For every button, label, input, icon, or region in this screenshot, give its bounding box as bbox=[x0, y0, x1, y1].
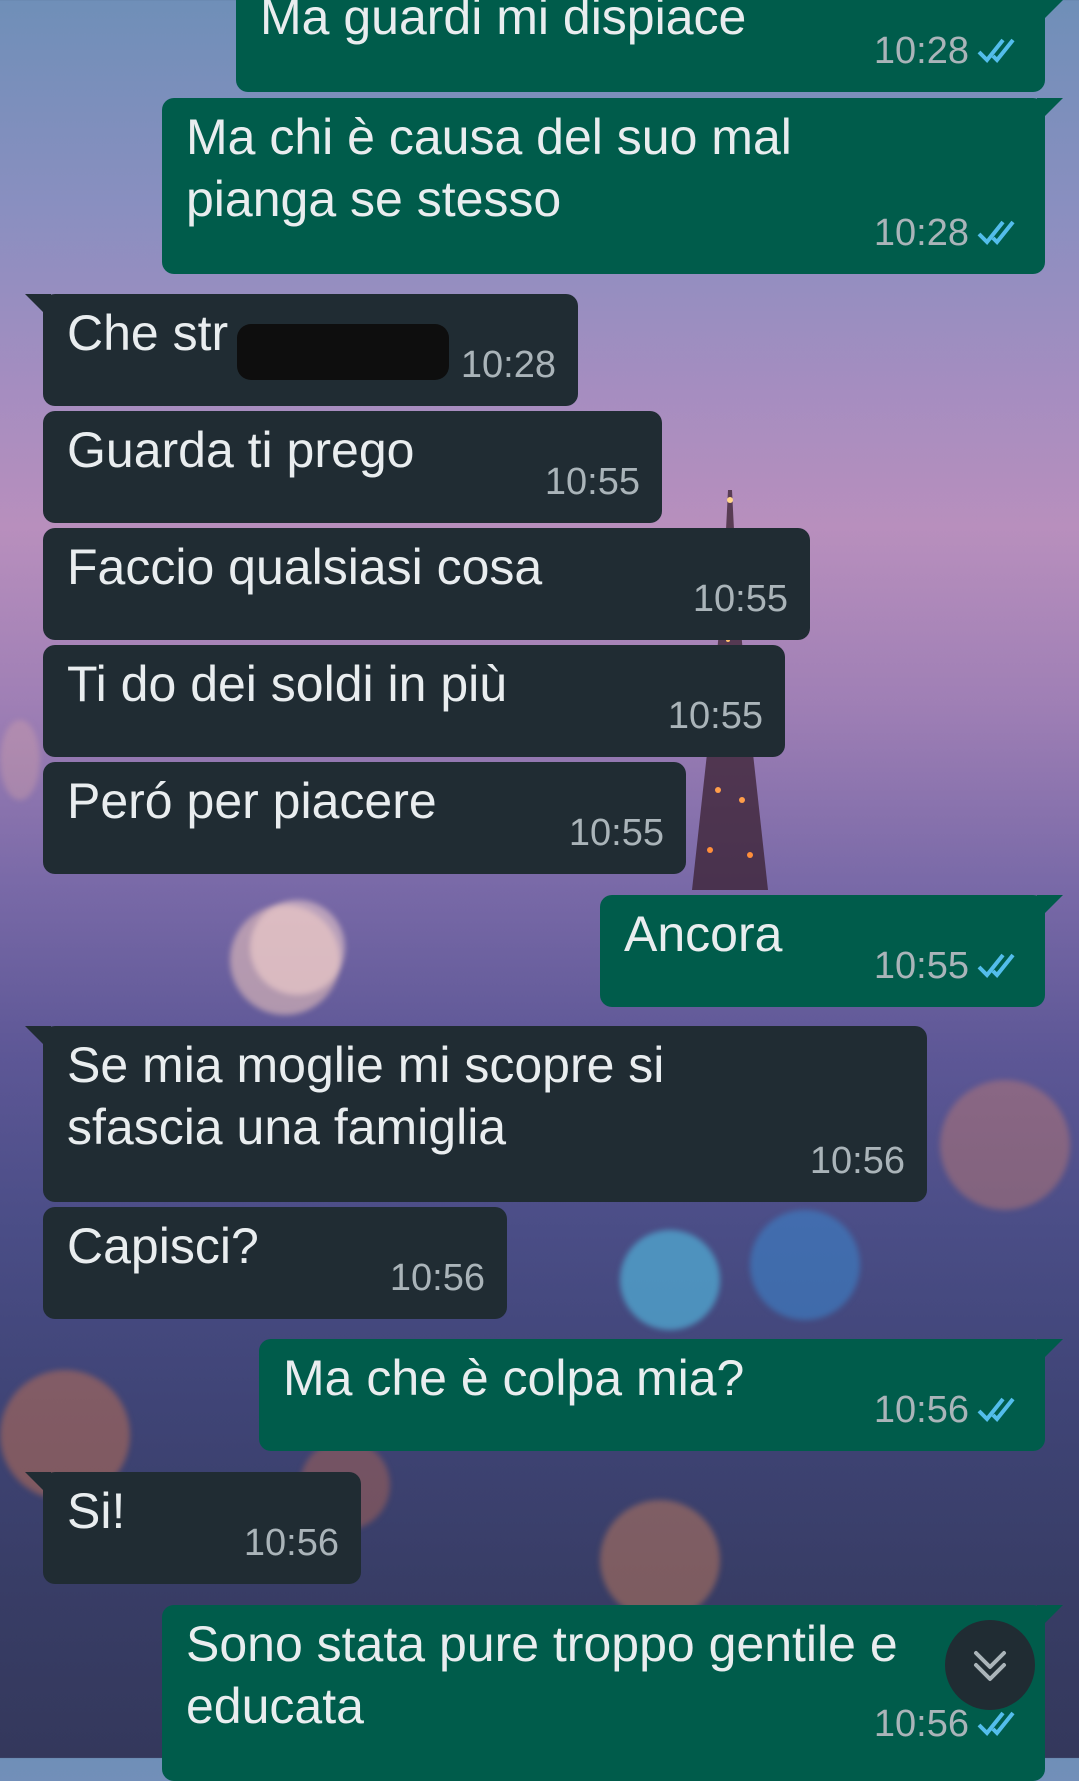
message-bubble-outgoing[interactable]: Sono stata pure troppo gentile e educata… bbox=[162, 1605, 1063, 1781]
double-check-blue-icon bbox=[977, 220, 1015, 245]
message-meta: 10:28 bbox=[874, 20, 1023, 82]
message-meta: 10:56 bbox=[810, 1130, 905, 1192]
message-meta: 10:55 bbox=[668, 685, 763, 747]
scroll-down-button[interactable] bbox=[945, 1620, 1035, 1710]
message-time: 10:55 bbox=[667, 695, 763, 737]
message-time: 10:28 bbox=[873, 30, 969, 72]
message-time: 10:56 bbox=[809, 1140, 905, 1182]
message-bubble-incoming[interactable]: Che str 10:28 bbox=[25, 294, 578, 406]
message-bubble-outgoing[interactable]: Ancora 10:55 bbox=[600, 895, 1063, 1007]
message-time: 10:56 bbox=[873, 1703, 969, 1745]
message-time: 10:55 bbox=[544, 461, 640, 503]
double-check-blue-icon bbox=[977, 1397, 1015, 1422]
double-check-blue-icon bbox=[977, 1711, 1015, 1736]
message-text: Se mia moglie mi scopre si sfascia una f… bbox=[67, 1037, 665, 1155]
message-time: 10:28 bbox=[873, 212, 969, 254]
message-bubble-incoming[interactable]: Se mia moglie mi scopre si sfascia una f… bbox=[25, 1026, 927, 1202]
message-text: Faccio qualsiasi cosa bbox=[67, 539, 543, 595]
message-text: Ti do dei soldi in più bbox=[67, 656, 508, 712]
message-meta: 10:55 bbox=[693, 568, 788, 630]
message-meta: 10:55 bbox=[569, 802, 664, 864]
message-bubble-outgoing[interactable]: Ma chi è causa del suo mal pianga se ste… bbox=[162, 98, 1063, 274]
message-time: 10:28 bbox=[460, 344, 556, 386]
message-time: 10:56 bbox=[389, 1257, 485, 1299]
message-meta: 10:56 bbox=[244, 1512, 339, 1574]
message-bubble-incoming[interactable]: Peró per piacere 10:55 bbox=[43, 762, 686, 874]
redaction-box bbox=[237, 324, 449, 380]
message-bubble-outgoing[interactable]: Ma guardi mi dispiace 10:28 bbox=[236, 0, 1063, 92]
message-meta: 10:28 bbox=[461, 334, 556, 396]
message-meta: 10:28 bbox=[874, 202, 1023, 264]
message-bubble-incoming[interactable]: Capisci? 10:56 bbox=[43, 1207, 507, 1319]
message-bubble-incoming[interactable]: Guarda ti prego 10:55 bbox=[43, 411, 662, 523]
message-meta: 10:56 bbox=[874, 1379, 1023, 1441]
message-meta: 10:55 bbox=[545, 451, 640, 513]
message-meta: 10:55 bbox=[874, 935, 1023, 997]
message-meta: 10:56 bbox=[390, 1247, 485, 1309]
message-bubble-outgoing[interactable]: Ma che è colpa mia? 10:56 bbox=[259, 1339, 1063, 1451]
message-time: 10:55 bbox=[873, 945, 969, 987]
chevron-double-down-icon bbox=[974, 1651, 1006, 1681]
double-check-blue-icon bbox=[977, 953, 1015, 978]
double-check-blue-icon bbox=[977, 38, 1015, 63]
message-bubble-incoming[interactable]: Faccio qualsiasi cosa 10:55 bbox=[43, 528, 810, 640]
message-time: 10:55 bbox=[692, 578, 788, 620]
message-bubble-incoming[interactable]: Si! 10:56 bbox=[25, 1472, 361, 1584]
message-time: 10:56 bbox=[243, 1522, 339, 1564]
message-time: 10:56 bbox=[873, 1389, 969, 1431]
message-time: 10:55 bbox=[568, 812, 664, 854]
message-bubble-incoming[interactable]: Ti do dei soldi in più 10:55 bbox=[43, 645, 785, 757]
